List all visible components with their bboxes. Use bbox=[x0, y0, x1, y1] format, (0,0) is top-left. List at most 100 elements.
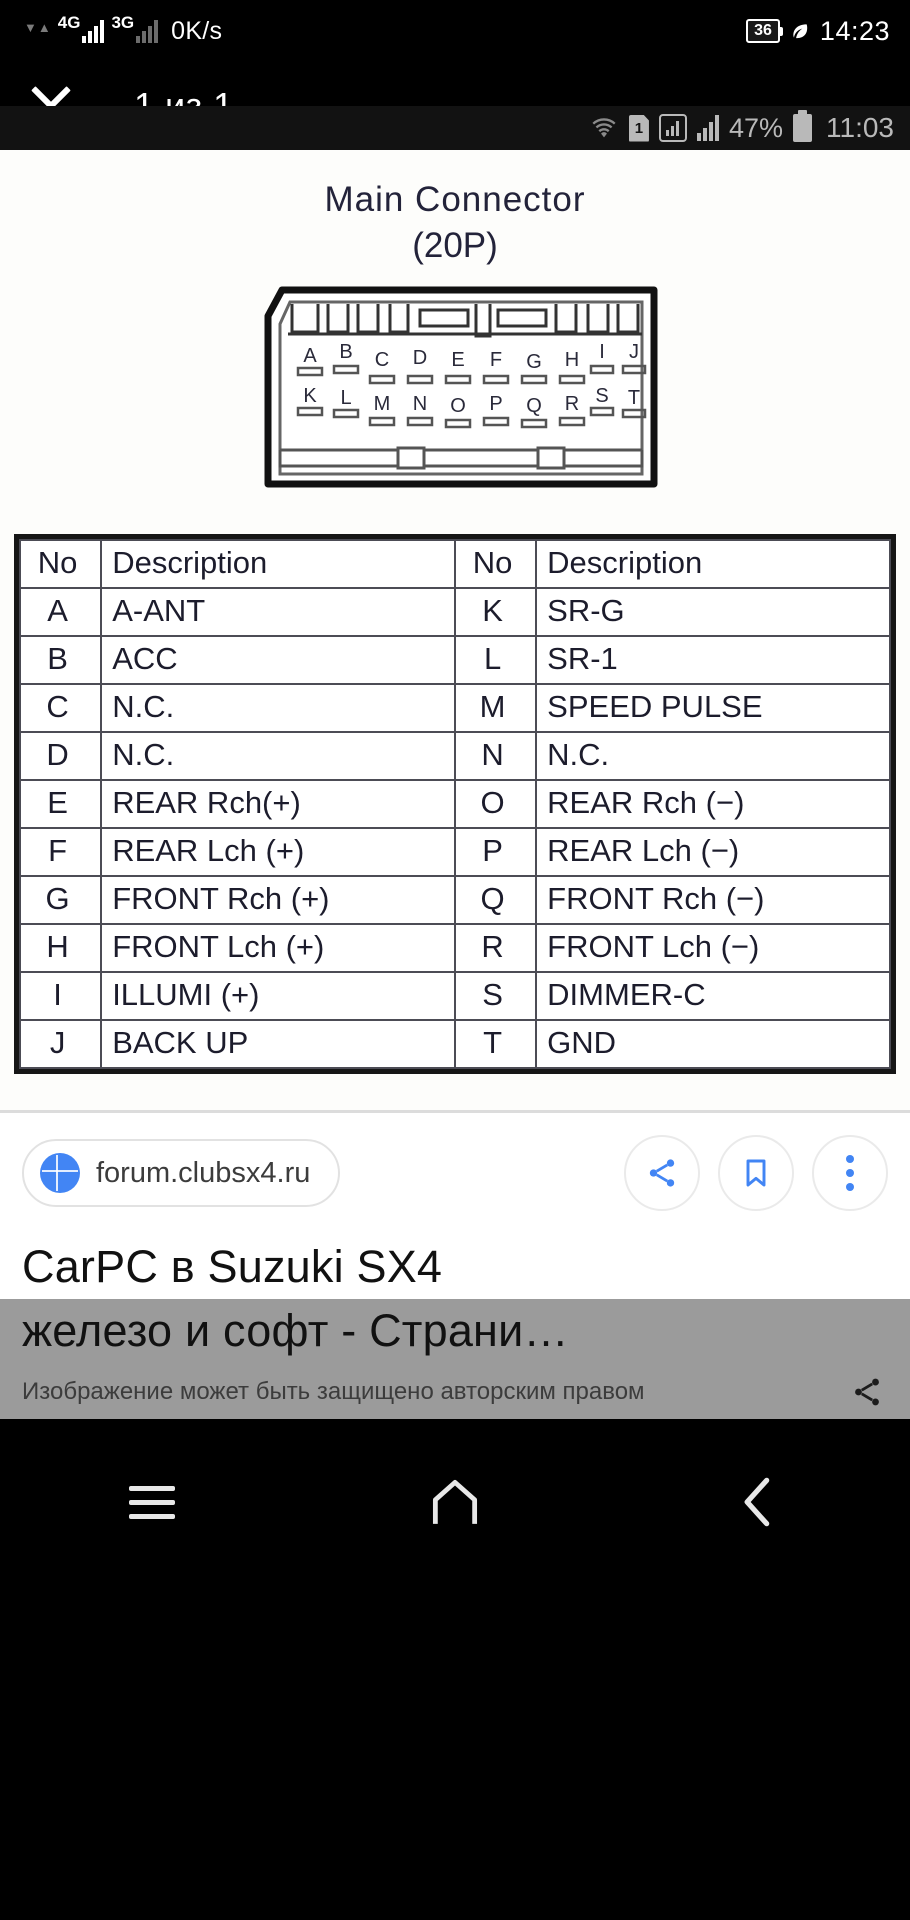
battery-count-icon: 36 bbox=[746, 19, 783, 43]
pin-desc: GND bbox=[535, 1019, 891, 1069]
connector-diagram: AB CD EF GH IJ K L M N O P Q R S T bbox=[0, 284, 910, 496]
pin-desc: SPEED PULSE bbox=[535, 683, 891, 733]
svg-text:D: D bbox=[413, 347, 427, 369]
phone-screen: ▼▲ 4G 3G 0K/s 36 14:23 1 из 1 bbox=[0, 0, 910, 1920]
table-row: I ILLUMI (+) S DIMMER-C bbox=[18, 971, 891, 1021]
pin-no: C bbox=[18, 683, 103, 733]
source-url-label: forum.clubsx4.ru bbox=[96, 1156, 311, 1189]
home-icon bbox=[432, 1479, 478, 1524]
svg-text:O: O bbox=[450, 395, 466, 417]
cellular-signal-bars-icon bbox=[696, 115, 719, 141]
signal-bars-3g-icon bbox=[136, 19, 159, 43]
table-row: G FRONT Rch (+) Q FRONT Rch (−) bbox=[18, 875, 891, 925]
signal-4g-group: 4G bbox=[58, 14, 105, 43]
result-title-line-1[interactable]: CarPC в Suzuki SX4 bbox=[22, 1241, 888, 1293]
table-row: C N.C. M SPEED PULSE bbox=[18, 683, 891, 733]
share-button[interactable] bbox=[624, 1135, 700, 1211]
more-options-button[interactable] bbox=[812, 1135, 888, 1211]
connector-drawing-svg: AB CD EF GH IJ K L M N O P Q R S T bbox=[264, 286, 658, 488]
home-button[interactable] bbox=[400, 1462, 510, 1542]
image-content-area[interactable]: Main Connector (20P) A B C D E F G H I J… bbox=[0, 150, 910, 1419]
bookmark-button[interactable] bbox=[718, 1135, 794, 1211]
pinout-table-container: No Description No Description A A-ANT K … bbox=[14, 534, 896, 1074]
header-desc-left: Description bbox=[100, 539, 456, 589]
table-row: E REAR Rch(+) O REAR Rch (−) bbox=[18, 779, 891, 829]
pin-desc: FRONT Lch (+) bbox=[100, 923, 456, 973]
svg-text:B: B bbox=[339, 341, 352, 363]
svg-text:S: S bbox=[595, 385, 608, 407]
svg-text:A: A bbox=[303, 345, 317, 367]
header-no-left: No bbox=[18, 539, 103, 589]
table-header-row: No Description No Description bbox=[18, 539, 891, 589]
data-transfer-arrows-icon: ▼ ▲ bbox=[24, 20, 51, 35]
copyright-notice-bar: Изображение может быть защищено авторски… bbox=[0, 1367, 910, 1419]
svg-text:K: K bbox=[303, 385, 317, 407]
table-row: B ACC L SR-1 bbox=[18, 635, 891, 685]
back-chevron-icon bbox=[744, 1477, 770, 1527]
share-icon bbox=[649, 1159, 675, 1187]
pin-no: H bbox=[18, 923, 103, 973]
signal-bars-4g-icon bbox=[82, 19, 105, 43]
table-row: F REAR Lch (+) P REAR Lch (−) bbox=[18, 827, 891, 877]
pin-desc: A-ANT bbox=[100, 587, 456, 637]
pin-desc: SR-1 bbox=[535, 635, 891, 685]
pin-no: O bbox=[453, 779, 538, 829]
share-icon-secondary[interactable] bbox=[850, 1375, 884, 1409]
pin-desc: SR-G bbox=[535, 587, 891, 637]
footer-action-row: forum.clubsx4.ru bbox=[22, 1135, 888, 1211]
pin-no: F bbox=[18, 827, 103, 877]
image-viewer-header: 1 из 1 1 47% 11:03 bbox=[0, 62, 910, 150]
result-title-line-2[interactable]: железо и софт - Страни… bbox=[0, 1299, 910, 1367]
svg-text:C: C bbox=[375, 349, 389, 371]
pin-desc: REAR Lch (+) bbox=[100, 827, 456, 877]
connector-subtitle: (20P) bbox=[412, 226, 498, 265]
svg-text:M: M bbox=[374, 393, 391, 415]
system-status-bar: ▼ ▲ 4G 3G 0K/s 36 14:23 bbox=[0, 0, 910, 62]
pin-desc: BACK UP bbox=[100, 1019, 456, 1069]
svg-text:E: E bbox=[451, 349, 464, 371]
pin-no: G bbox=[18, 875, 103, 925]
kebab-menu-icon bbox=[846, 1155, 854, 1191]
pin-desc: FRONT Lch (−) bbox=[535, 923, 891, 973]
pin-no: Q bbox=[453, 875, 538, 925]
pin-desc: FRONT Rch (+) bbox=[100, 875, 456, 925]
globe-icon bbox=[40, 1153, 80, 1193]
inner-clock-label: 11:03 bbox=[826, 112, 894, 143]
pin-desc: N.C. bbox=[535, 731, 891, 781]
pin-no: B bbox=[18, 635, 103, 685]
svg-text:P: P bbox=[489, 393, 502, 415]
svg-text:T: T bbox=[628, 387, 640, 409]
pin-desc: REAR Lch (−) bbox=[535, 827, 891, 877]
pin-no: P bbox=[453, 827, 538, 877]
battery-percent-label: 47% bbox=[728, 112, 783, 143]
pin-no: A bbox=[18, 587, 103, 637]
pin-no: K bbox=[453, 587, 538, 637]
system-clock: 14:23 bbox=[819, 15, 890, 46]
footer-icon-buttons bbox=[624, 1135, 888, 1211]
pin-no: L bbox=[453, 635, 538, 685]
pin-no: E bbox=[18, 779, 103, 829]
pin-desc: ILLUMI (+) bbox=[100, 971, 456, 1021]
svg-text:H: H bbox=[565, 349, 579, 371]
status-bar-left: ▼ ▲ 4G 3G 0K/s bbox=[24, 14, 222, 46]
pin-no: R bbox=[453, 923, 538, 973]
android-navigation-bar bbox=[0, 1443, 910, 1561]
pin-no: M bbox=[453, 683, 538, 733]
recents-button[interactable] bbox=[97, 1462, 207, 1542]
network-type-4g-label: 4G bbox=[57, 13, 81, 32]
menu-icon bbox=[128, 1485, 175, 1519]
pin-no: T bbox=[453, 1019, 538, 1069]
power-saving-leaf-icon bbox=[793, 24, 808, 39]
back-button[interactable] bbox=[703, 1462, 813, 1542]
svg-text:Q: Q bbox=[526, 395, 542, 417]
copyright-notice-text: Изображение может быть защищено авторски… bbox=[22, 1378, 645, 1405]
mobile-data-signal-icon bbox=[658, 114, 687, 142]
table-row: H FRONT Lch (+) R FRONT Lch (−) bbox=[18, 923, 891, 973]
table-row: D N.C. N N.C. bbox=[18, 731, 891, 781]
svg-text:F: F bbox=[490, 349, 502, 371]
bookmark-icon bbox=[746, 1159, 766, 1187]
source-url-chip[interactable]: forum.clubsx4.ru bbox=[22, 1139, 341, 1207]
captured-inner-status-bar: 1 47% 11:03 bbox=[0, 106, 910, 150]
svg-text:I: I bbox=[599, 341, 605, 363]
pin-desc: REAR Rch(+) bbox=[100, 779, 456, 829]
